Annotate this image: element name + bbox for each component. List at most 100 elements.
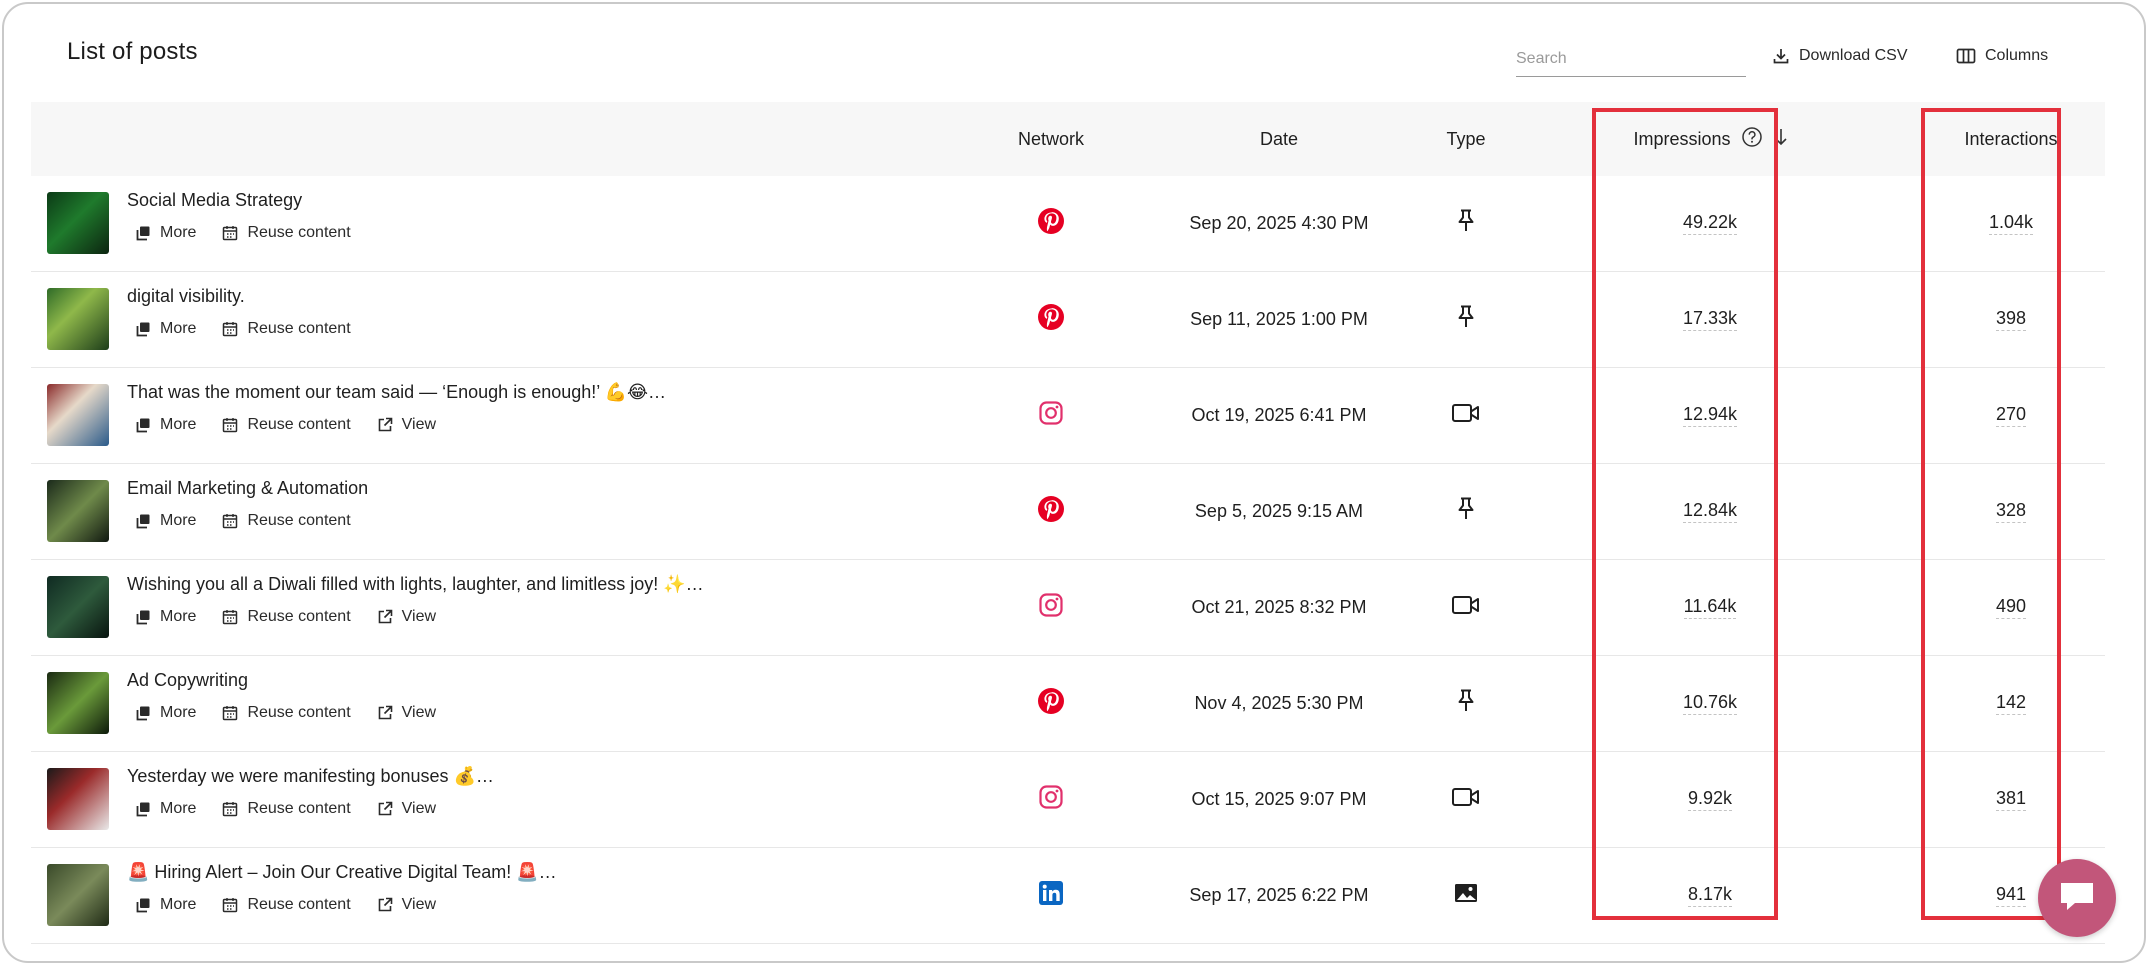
table-row: Ad Copywriting More Reuse content View N… (31, 656, 2105, 752)
reuse-content-button[interactable]: Reuse content (222, 224, 351, 242)
more-button[interactable]: More (135, 224, 196, 242)
download-csv-button[interactable]: Download CSV (1772, 44, 1908, 68)
more-button[interactable]: More (135, 512, 196, 530)
row-actions: More Reuse content View (135, 896, 436, 914)
impressions-value: 49.22k (1682, 212, 1738, 235)
column-header-network[interactable]: Network (971, 102, 1131, 176)
interactions-cell[interactable]: 328 (1911, 464, 2111, 558)
reuse-content-label: Reuse content (247, 800, 351, 817)
type-cell (1391, 368, 1541, 462)
column-header-type[interactable]: Type (1391, 102, 1541, 176)
reuse-content-button[interactable]: Reuse content (222, 896, 351, 914)
reuse-content-button[interactable]: Reuse content (222, 512, 351, 530)
impressions-cell[interactable]: 10.76k (1615, 656, 1805, 750)
more-button[interactable]: More (135, 800, 196, 818)
more-button[interactable]: More (135, 704, 196, 722)
sort-descending-icon[interactable] (1773, 127, 1789, 152)
post-thumbnail[interactable] (47, 288, 109, 350)
view-label: View (401, 608, 437, 625)
calendar-icon (222, 225, 238, 241)
date-cell: Oct 21, 2025 8:32 PM (1191, 596, 1367, 617)
post-thumbnail[interactable] (47, 672, 109, 734)
impressions-cell[interactable]: 8.17k (1615, 848, 1805, 942)
download-csv-label: Download CSV (1799, 47, 1908, 64)
interactions-value: 1.04k (1988, 212, 2034, 235)
reuse-content-button[interactable]: Reuse content (222, 704, 351, 722)
impressions-value: 12.84k (1682, 500, 1738, 523)
image-type-icon (1453, 882, 1479, 909)
interactions-value: 381 (1995, 788, 2027, 811)
more-button[interactable]: More (135, 320, 196, 338)
view-link[interactable]: View (377, 896, 436, 914)
impressions-cell[interactable]: 9.92k (1615, 752, 1805, 846)
more-button[interactable]: More (135, 608, 196, 626)
calendar-icon (222, 609, 238, 625)
more-label: More (160, 608, 197, 625)
reuse-content-label: Reuse content (247, 224, 351, 241)
row-actions: More Reuse content View (135, 800, 436, 818)
reuse-content-label: Reuse content (247, 896, 351, 913)
interactions-cell[interactable]: 270 (1911, 368, 2111, 462)
calendar-icon (222, 321, 238, 337)
view-link[interactable]: View (377, 608, 436, 626)
help-icon[interactable] (1741, 126, 1763, 153)
table-row: Email Marketing & Automation More Reuse … (31, 464, 2105, 560)
date-cell: Oct 19, 2025 6:41 PM (1191, 404, 1367, 425)
column-header-date[interactable]: Date (1159, 102, 1399, 176)
network-cell (971, 272, 1131, 366)
interactions-cell[interactable]: 1.04k (1911, 176, 2111, 270)
table-row: digital visibility. More Reuse content S… (31, 272, 2105, 368)
more-label: More (160, 320, 197, 337)
external-link-icon (377, 705, 393, 721)
impressions-value: 12.94k (1682, 404, 1738, 427)
interactions-cell[interactable]: 490 (1911, 560, 2111, 654)
instagram-icon (1038, 592, 1064, 623)
date-cell: Oct 15, 2025 9:07 PM (1191, 788, 1367, 809)
copy-icon (135, 801, 151, 817)
chat-icon (2057, 877, 2097, 920)
date-cell: Sep 20, 2025 4:30 PM (1189, 212, 1369, 233)
row-actions: More Reuse content (135, 320, 351, 338)
interactions-cell[interactable]: 381 (1911, 752, 2111, 846)
view-link[interactable]: View (377, 800, 436, 818)
interactions-cell[interactable]: 398 (1911, 272, 2111, 366)
impressions-cell[interactable]: 17.33k (1615, 272, 1805, 366)
interactions-value: 142 (1995, 692, 2027, 715)
row-actions: More Reuse content View (135, 704, 436, 722)
view-link[interactable]: View (377, 704, 436, 722)
interactions-cell[interactable]: 142 (1911, 656, 2111, 750)
impressions-cell[interactable]: 12.84k (1615, 464, 1805, 558)
post-thumbnail[interactable] (47, 576, 109, 638)
column-header-interactions[interactable]: Interactions (1911, 102, 2111, 176)
columns-label: Columns (1985, 47, 2049, 64)
search-input[interactable] (1516, 44, 1746, 77)
view-link[interactable]: View (377, 416, 436, 434)
more-button[interactable]: More (135, 416, 196, 434)
post-thumbnail[interactable] (47, 864, 109, 926)
impressions-cell[interactable]: 11.64k (1615, 560, 1805, 654)
post-thumbnail[interactable] (47, 384, 109, 446)
impressions-cell[interactable]: 12.94k (1615, 368, 1805, 462)
network-cell (971, 464, 1131, 558)
more-label: More (160, 416, 197, 433)
chat-button[interactable] (2038, 859, 2116, 937)
download-icon (1772, 47, 1790, 65)
table-row: Social Media Strategy More Reuse content… (31, 176, 2105, 272)
post-thumbnail[interactable] (47, 480, 109, 542)
network-cell (971, 848, 1131, 942)
page-title: List of posts (67, 38, 198, 65)
type-cell (1391, 272, 1541, 366)
table-row: Wishing you all a Diwali filled with lig… (31, 560, 2105, 656)
reuse-content-button[interactable]: Reuse content (222, 800, 351, 818)
post-thumbnail[interactable] (47, 768, 109, 830)
column-header-impressions[interactable]: Impressions (1591, 102, 1831, 176)
reuse-content-button[interactable]: Reuse content (222, 416, 351, 434)
impressions-value: 8.17k (1687, 884, 1733, 907)
columns-button[interactable]: Columns (1956, 44, 2048, 68)
post-thumbnail[interactable] (47, 192, 109, 254)
reuse-content-button[interactable]: Reuse content (222, 320, 351, 338)
type-cell (1391, 176, 1541, 270)
impressions-cell[interactable]: 49.22k (1615, 176, 1805, 270)
reuse-content-button[interactable]: Reuse content (222, 608, 351, 626)
more-button[interactable]: More (135, 896, 196, 914)
